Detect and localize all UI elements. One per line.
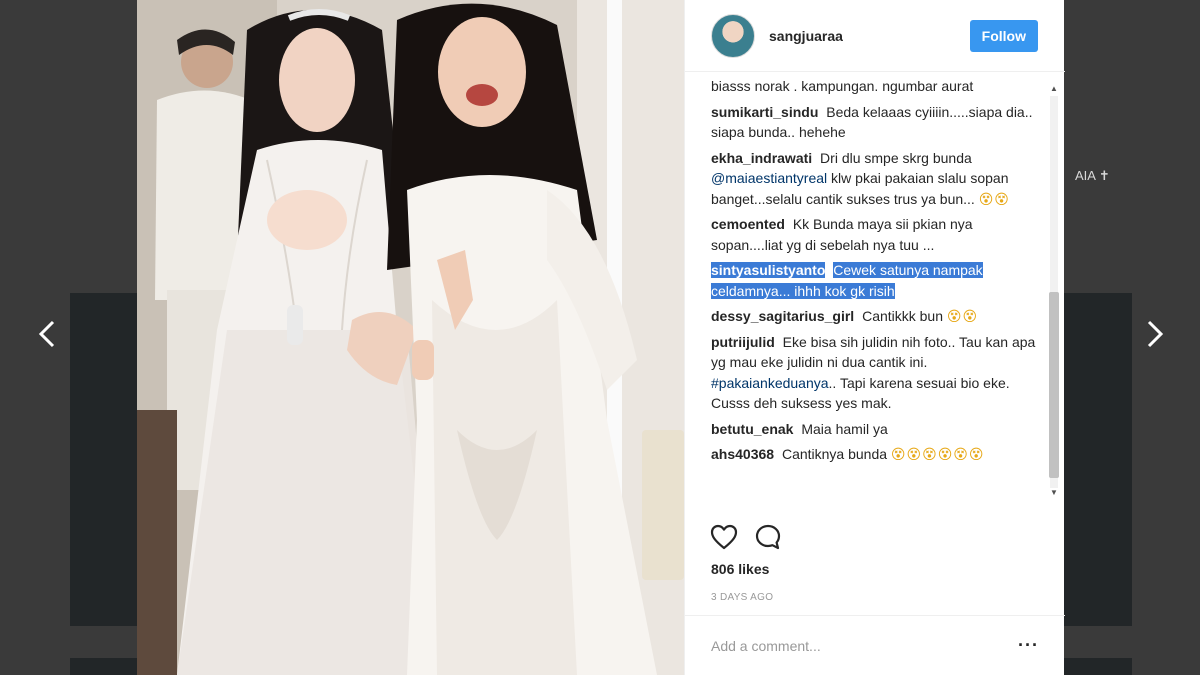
comment-mention-link[interactable]: @maiaestiantyreal xyxy=(711,170,827,186)
comments-scrollbar[interactable]: ▲ ▼ xyxy=(1044,82,1062,500)
scroll-up-arrow-icon[interactable]: ▲ xyxy=(1048,84,1060,94)
comment-item: sumikarti_sindu Beda kelaaas cyiiiin....… xyxy=(711,102,1041,143)
background-card-right xyxy=(1064,293,1132,626)
add-comment-bar: ··· xyxy=(685,615,1065,675)
comment-username[interactable]: ekha_indrawati xyxy=(711,150,812,166)
follow-button[interactable]: Follow xyxy=(969,19,1038,52)
comment-text: Maia hamil ya xyxy=(801,420,888,437)
emoji-icon: 😵😵😵😵😵😵 xyxy=(890,446,985,462)
background-card-left xyxy=(70,293,137,626)
comment-text: Cantiknya bunda xyxy=(781,446,888,462)
likes-count[interactable]: 806 likes xyxy=(711,561,769,577)
chevron-right-icon xyxy=(1147,320,1164,348)
background-card-left-bottom xyxy=(70,658,137,675)
comment-text: biasss norak . kampungan. ngumbar aurat xyxy=(711,78,974,94)
comment-item: dessy_sagitarius_girl Cantikkk bun 😵😵 xyxy=(711,306,1041,327)
background-card-right-bottom xyxy=(1064,658,1132,675)
scroll-thumb[interactable] xyxy=(1049,292,1059,478)
comment-item: ahs40368 Cantiknya bunda 😵😵😵😵😵😵 xyxy=(711,444,1041,465)
comment-username[interactable]: dessy_sagitarius_girl xyxy=(711,308,854,324)
heart-icon xyxy=(710,524,738,550)
post-modal: sangjuaraa Follow biasss norak . kampung… xyxy=(137,0,1065,675)
chevron-left-icon xyxy=(38,320,55,348)
scroll-down-arrow-icon[interactable]: ▼ xyxy=(1048,488,1060,498)
comment-username[interactable]: betutu_enak xyxy=(711,421,793,437)
add-comment-input[interactable] xyxy=(711,637,1019,654)
emoji-icon: 😵😵 xyxy=(946,308,979,324)
comment-item: biasss norak . kampungan. ngumbar aurat xyxy=(711,76,1041,97)
post-timestamp[interactable]: 3 DAYS AGO xyxy=(711,592,773,603)
comment-username[interactable]: sumikarti_sindu xyxy=(711,104,818,120)
emoji-icon: 😵😵 xyxy=(978,190,1010,207)
comment-item: ekha_indrawati Dri dlu smpe skrg bunda @… xyxy=(711,148,1041,210)
post-username[interactable]: sangjuaraa xyxy=(769,28,970,44)
comment-item-highlighted: sintyasulistyanto Cewek satunya nampak c… xyxy=(711,260,1041,301)
comment-text: Dri dlu smpe skrg bunda xyxy=(820,149,972,166)
next-post-button[interactable] xyxy=(1141,316,1169,352)
post-actions xyxy=(709,522,783,552)
comment-username[interactable]: ahs40368 xyxy=(711,446,774,462)
background-caption: AIA ✝ xyxy=(1075,168,1110,183)
comment-text: Cantikkk bun xyxy=(862,308,944,324)
post-photo[interactable] xyxy=(137,0,684,675)
previous-post-button[interactable] xyxy=(33,316,61,352)
comment-username[interactable]: sintyasulistyanto xyxy=(711,262,826,278)
post-header: sangjuaraa Follow xyxy=(685,0,1065,72)
comment-hashtag-link[interactable]: #pakaiankeduanya xyxy=(711,375,829,391)
post-side-panel: sangjuaraa Follow biasss norak . kampung… xyxy=(684,0,1065,675)
comment-item: betutu_enak Maia hamil ya xyxy=(711,419,1041,440)
comment-icon xyxy=(755,524,781,550)
avatar[interactable] xyxy=(711,13,755,58)
comment-button[interactable] xyxy=(753,522,783,552)
comment-item: putriijulid Eke bisa sih julidin nih fot… xyxy=(711,332,1041,414)
comments-list[interactable]: biasss norak . kampungan. ngumbar aurat … xyxy=(711,76,1041,501)
comment-item: cemoented Kk Bunda maya sii pkian nya so… xyxy=(711,214,1041,255)
comment-username[interactable]: putriijulid xyxy=(711,334,775,350)
comment-username[interactable]: cemoented xyxy=(711,216,785,232)
photo-illustration xyxy=(137,0,684,675)
like-button[interactable] xyxy=(709,522,739,552)
more-options-button[interactable]: ··· xyxy=(1018,635,1039,656)
